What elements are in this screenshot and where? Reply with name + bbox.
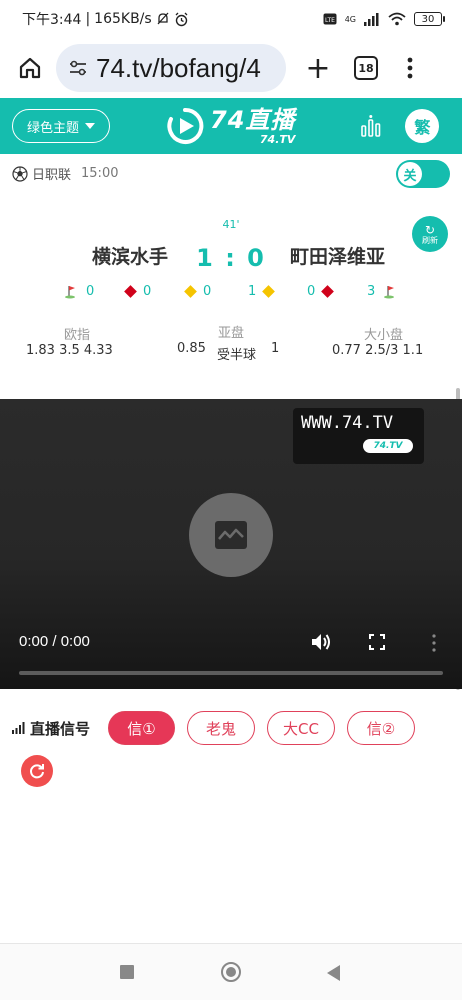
recents-button[interactable] bbox=[120, 965, 134, 979]
over-under-label: 大小盘 bbox=[364, 328, 404, 343]
away-team-name: 町田泽维亚 bbox=[290, 246, 386, 268]
corner-flag-icon bbox=[384, 285, 395, 298]
wifi-icon bbox=[388, 12, 406, 26]
status-bar: 下午3:44 | 165KB/s LTE 4G 30 bbox=[0, 0, 462, 38]
away-yellow-value: 1 bbox=[248, 284, 257, 299]
euro-odds-label: 欧指 bbox=[64, 328, 91, 343]
signal-bars-icon bbox=[12, 722, 25, 734]
away-corners-value: 3 bbox=[367, 284, 376, 299]
away-corners-stat: 3 bbox=[367, 284, 397, 299]
over-under-values: 0.77 2.5/3 1.1 bbox=[332, 343, 424, 358]
stats-icon[interactable] bbox=[359, 114, 383, 138]
volume-icon[interactable] bbox=[310, 632, 332, 652]
asian-odds-away: 1 bbox=[271, 341, 280, 356]
home-yellow-value: 0 bbox=[203, 284, 212, 299]
svg-text:LTE: LTE bbox=[325, 17, 335, 24]
signal-label: 直播信号 bbox=[12, 718, 90, 739]
match-score: 1 : 0 bbox=[196, 244, 266, 272]
home-red-card-stat: 0 bbox=[124, 284, 152, 299]
alarm-icon bbox=[175, 12, 188, 26]
refresh-icon: ↻ bbox=[424, 222, 436, 237]
video-placeholder-button[interactable] bbox=[189, 493, 273, 577]
home-nav-button[interactable] bbox=[221, 962, 241, 982]
home-button[interactable] bbox=[10, 48, 50, 88]
asian-odds-home: 0.85 bbox=[177, 341, 206, 356]
league-row: 日职联 15:00 bbox=[12, 164, 118, 183]
site-logo[interactable]: 74直播 74.TV bbox=[166, 107, 295, 145]
video-player[interactable]: WWW.74.TV 74.TV 0:00 / 0:00 bbox=[0, 399, 462, 689]
chevron-down-icon bbox=[85, 123, 95, 129]
corner-flag-icon bbox=[65, 285, 75, 298]
home-yellow-card-stat: 0 bbox=[184, 284, 212, 299]
back-button[interactable] bbox=[327, 965, 340, 981]
more-vertical-icon bbox=[407, 57, 413, 79]
home-corners-stat: 0 bbox=[64, 284, 94, 299]
signal-button-4[interactable]: 信② bbox=[347, 711, 415, 745]
match-minute: 41' bbox=[222, 218, 240, 231]
match-stats-row: 0 0 0 1 0 3 bbox=[0, 284, 462, 304]
url-bar[interactable]: 74.tv/bofang/4 bbox=[56, 44, 286, 92]
soccer-ball-icon bbox=[12, 165, 28, 182]
away-red-value: 0 bbox=[307, 284, 316, 299]
home-corners-value: 0 bbox=[86, 284, 95, 299]
signal-label-text: 直播信号 bbox=[30, 719, 91, 738]
yellow-card-icon bbox=[184, 285, 197, 298]
logo-main-text: 74直播 bbox=[210, 105, 296, 134]
fullscreen-icon[interactable] bbox=[369, 634, 385, 650]
network-label: 4G bbox=[344, 14, 356, 24]
browser-toolbar: 74.tv/bofang/4 + 18 bbox=[0, 38, 462, 98]
home-red-value: 0 bbox=[143, 284, 152, 299]
asian-odds-line: 受半球 bbox=[217, 348, 257, 363]
video-time: 0:00 / 0:00 bbox=[19, 633, 90, 650]
toggle-switch[interactable]: 关 bbox=[396, 160, 450, 188]
home-icon bbox=[19, 57, 41, 79]
signal-button-1[interactable]: 信① bbox=[108, 711, 175, 745]
site-settings-icon[interactable] bbox=[68, 58, 88, 78]
toggle-knob: 关 bbox=[398, 162, 422, 186]
traditional-chinese-button[interactable]: 繁 bbox=[405, 109, 440, 143]
away-red-card-stat: 0 bbox=[307, 284, 335, 299]
theme-label: 绿色主题 bbox=[26, 120, 79, 136]
match-panel: 日职联 15:00 关 41' ↻ 刷新 横滨水手 1 : 0 町田泽维亚 0 … bbox=[0, 154, 462, 386]
battery-icon: 30 bbox=[414, 12, 445, 26]
mute-bell-icon bbox=[157, 12, 169, 25]
euro-odds-values: 1.83 3.5 4.33 bbox=[26, 343, 113, 358]
match-time: 15:00 bbox=[81, 166, 119, 181]
reload-icon bbox=[30, 764, 44, 779]
theme-selector[interactable]: 绿色主题 bbox=[12, 109, 110, 143]
away-yellow-card-stat: 1 bbox=[248, 284, 276, 299]
watermark: WWW.74.TV 74.TV bbox=[293, 408, 424, 464]
broken-image-icon bbox=[215, 521, 247, 549]
volte-icon: LTE bbox=[323, 13, 337, 25]
url-text[interactable]: 74.tv/bofang/4 bbox=[96, 53, 261, 84]
status-speed: 165KB/s bbox=[94, 11, 152, 27]
new-tab-button[interactable]: + bbox=[300, 50, 336, 86]
yellow-card-icon bbox=[262, 285, 276, 298]
watermark-text: WWW.74.TV bbox=[301, 413, 394, 433]
logo-sub-text: 74.TV bbox=[259, 132, 296, 146]
signal-icon bbox=[364, 12, 379, 26]
system-nav-bar bbox=[0, 944, 462, 1000]
status-separator: | bbox=[85, 11, 91, 27]
asian-odds-label: 亚盘 bbox=[218, 326, 245, 341]
status-time: 下午3:44 bbox=[22, 12, 82, 28]
red-card-icon bbox=[321, 285, 335, 298]
signal-button-3[interactable]: 大CC bbox=[267, 711, 335, 745]
signal-button-2[interactable]: 老鬼 bbox=[187, 711, 255, 745]
reload-signal-button[interactable] bbox=[21, 755, 53, 787]
watermark-badge: 74.TV bbox=[363, 439, 413, 453]
signal-row: 直播信号 信① 老鬼 大CC 信② bbox=[0, 708, 462, 748]
video-progress-bar[interactable] bbox=[19, 671, 443, 675]
site-header: 绿色主题 74直播 74.TV 繁 bbox=[0, 98, 462, 154]
tab-switcher-button[interactable]: 18 bbox=[354, 56, 378, 80]
browser-menu-button[interactable] bbox=[400, 50, 420, 86]
red-card-icon bbox=[124, 285, 137, 298]
logo-play-icon bbox=[167, 107, 204, 144]
video-more-icon[interactable] bbox=[430, 633, 438, 653]
league-name: 日职联 bbox=[32, 168, 72, 183]
